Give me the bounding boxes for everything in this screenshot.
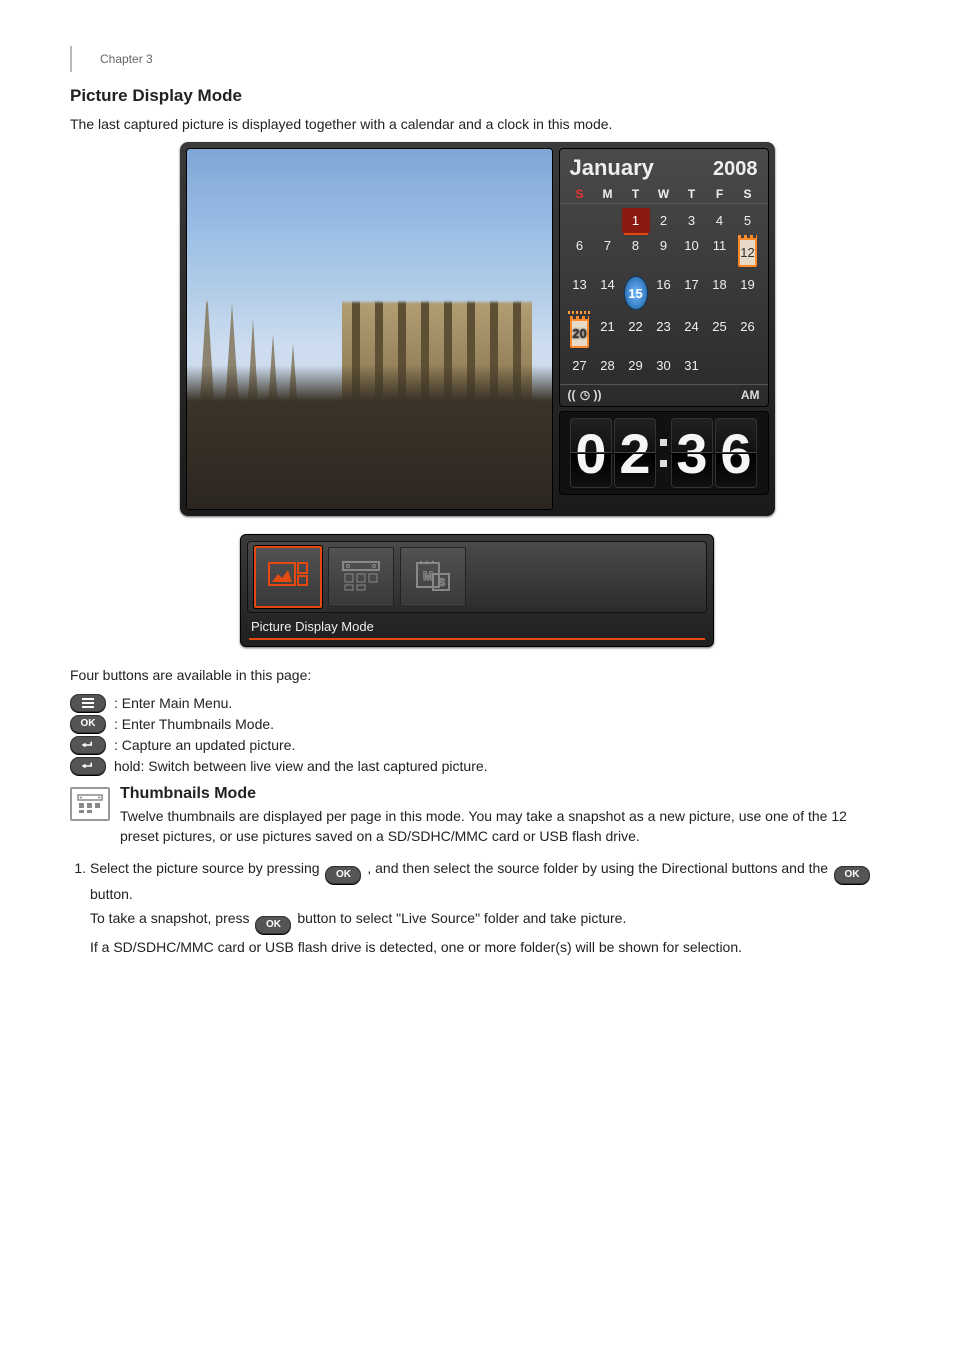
- steps-list: Select the picture source by pressing OK…: [70, 858, 884, 957]
- list-text: : Enter Thumbnails Mode.: [114, 716, 274, 732]
- calendar-dow-row: S M T W T F S: [560, 185, 768, 204]
- clock-digit: 2: [614, 418, 656, 488]
- button-list: : Enter Main Menu. OK : Enter Thumbnails…: [70, 694, 884, 775]
- photo-illustration: [187, 149, 552, 509]
- calendar-month: January: [570, 155, 654, 181]
- mode-picture-display[interactable]: [254, 546, 322, 608]
- list-text: hold: Switch between live view and the l…: [114, 758, 488, 774]
- alarm-icon: (( )): [568, 388, 602, 402]
- svg-text:M: M: [423, 569, 433, 583]
- mode-management-settings[interactable]: M S: [400, 547, 466, 607]
- enter-icon: [70, 757, 106, 775]
- buttons-intro: Four buttons are available in this page:: [70, 665, 884, 685]
- clock-digit: 6: [715, 418, 757, 488]
- intro-text: The last captured picture is displayed t…: [70, 114, 884, 134]
- enter-icon: [70, 736, 106, 754]
- photo-preview: [186, 148, 553, 510]
- svg-text:S: S: [438, 577, 445, 589]
- ampm-label: AM: [741, 388, 760, 402]
- section-title: Picture Display Mode: [70, 86, 884, 106]
- ok-icon: OK: [255, 916, 291, 934]
- menu-icon: [70, 694, 106, 712]
- calendar-widget: January 2008 S M T W T F S 1234567891011…: [559, 148, 769, 407]
- accent-line: [249, 638, 705, 640]
- list-text: : Enter Main Menu.: [114, 695, 232, 711]
- calendar-year: 2008: [713, 158, 758, 181]
- list-item: : Capture an updated picture.: [70, 736, 884, 754]
- list-item: hold: Switch between live view and the l…: [70, 757, 884, 775]
- ok-icon: OK: [834, 866, 870, 884]
- page-header: Chapter 3: [70, 46, 884, 72]
- ok-icon: OK: [325, 866, 361, 884]
- subheading-thumbnails: Thumbnails Mode Twelve thumbnails are di…: [70, 785, 884, 855]
- mode-strip-label: Picture Display Mode: [247, 613, 707, 638]
- list-item: OK : Enter Thumbnails Mode.: [70, 715, 884, 733]
- flip-clock: 0 2 3 6: [559, 411, 769, 495]
- calendar-grid: 1234567891011121314151617181920212223242…: [560, 204, 768, 384]
- mode-thumbnails[interactable]: [328, 547, 394, 607]
- thumbnails-icon: [70, 787, 110, 821]
- subheading-text: Twelve thumbnails are displayed per page…: [120, 806, 884, 847]
- subheading-title: Thumbnails Mode: [120, 785, 884, 803]
- clock-digit: 3: [671, 418, 713, 488]
- figure-mode-strip: M S Picture Display Mode: [70, 534, 884, 647]
- clock-digit: 0: [570, 418, 612, 488]
- step-item: Select the picture source by pressing OK…: [90, 858, 884, 957]
- list-item: : Enter Main Menu.: [70, 694, 884, 712]
- figure-picture-display: January 2008 S M T W T F S 1234567891011…: [70, 142, 884, 516]
- list-text: : Capture an updated picture.: [114, 737, 295, 753]
- clock-colon: [660, 439, 667, 467]
- ok-icon: OK: [70, 715, 106, 733]
